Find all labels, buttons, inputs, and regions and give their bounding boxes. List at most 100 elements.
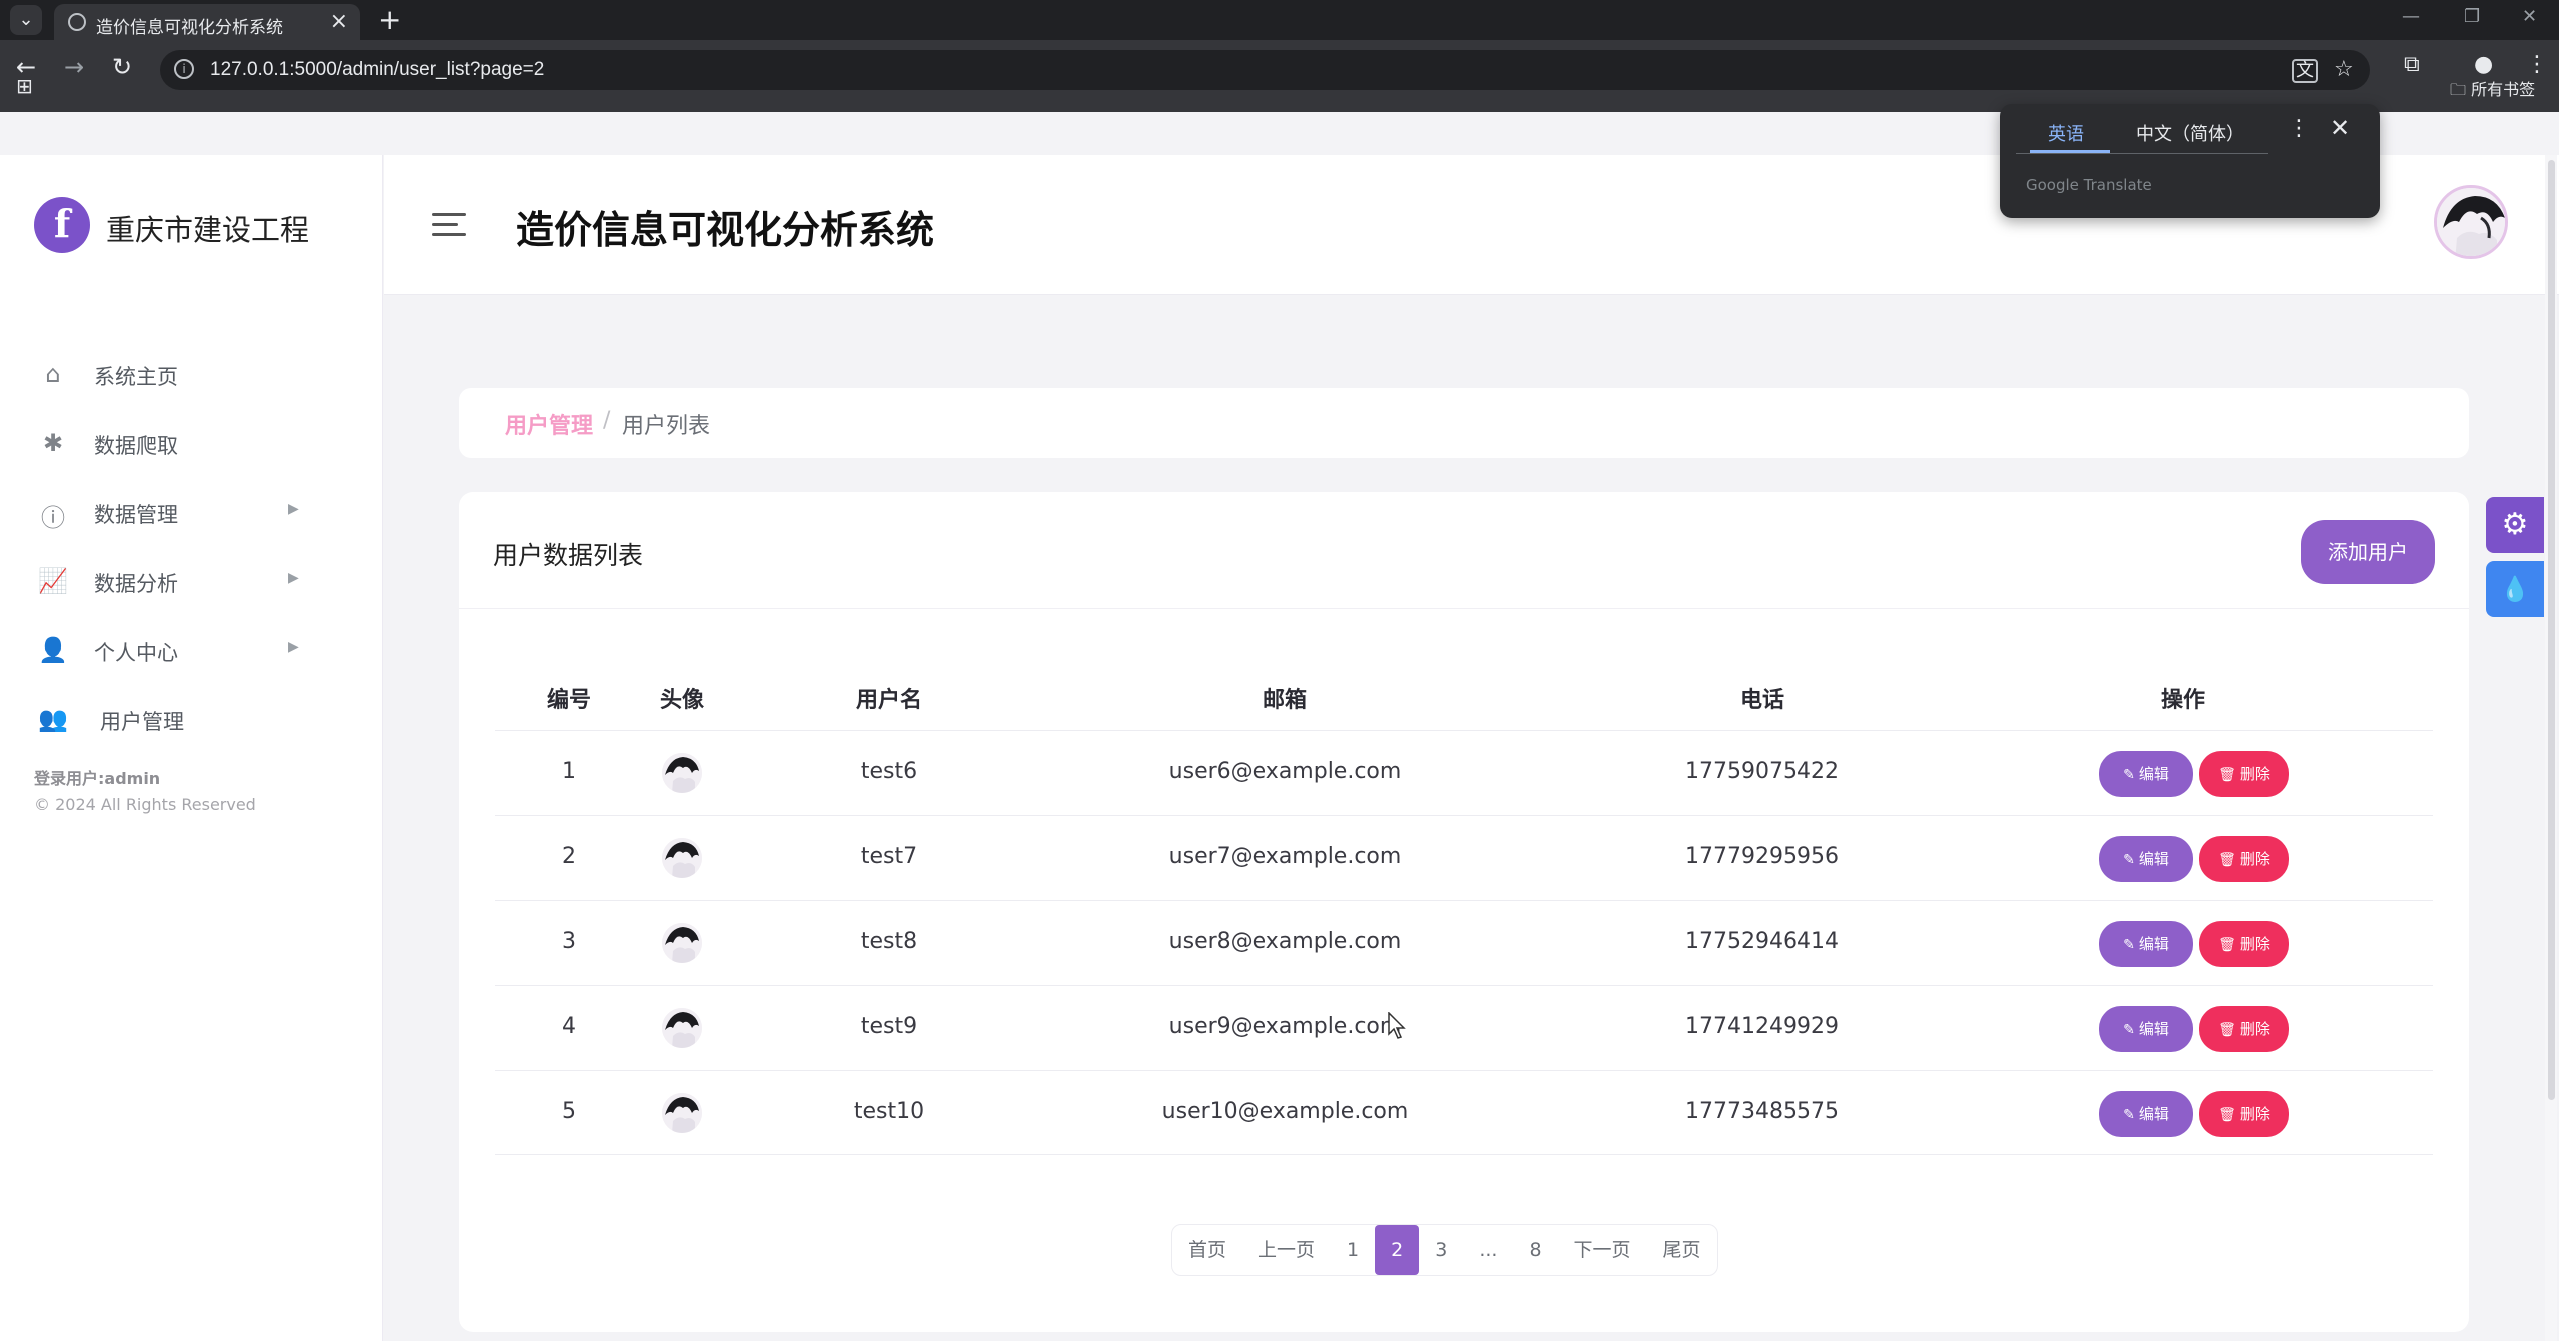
edit-button[interactable]: ✎ 编辑	[2099, 751, 2193, 797]
new-tab-icon[interactable]: +	[378, 3, 401, 36]
extensions-icon[interactable]: ⧉	[2404, 52, 2420, 77]
close-icon[interactable]: ×	[330, 9, 348, 34]
pagination: 首页 上一页 1 2 3 ... 8 下一页 尾页	[1171, 1224, 1718, 1276]
apps-icon[interactable]: ⊞	[16, 74, 33, 98]
edit-button[interactable]: ✎ 编辑	[2099, 921, 2193, 967]
row-id: 2	[562, 844, 576, 869]
edit-label: 编辑	[2138, 1105, 2169, 1123]
user-icon: 👤	[38, 636, 68, 664]
add-user-button[interactable]: 添加用户	[2301, 520, 2435, 584]
address-bar[interactable]: i 127.0.0.1:5000/admin/user_list?page=2 …	[160, 50, 2370, 90]
row-id: 3	[562, 929, 576, 954]
browser-tab[interactable]: 造价信息可视化分析系统 ×	[54, 4, 360, 40]
login-user: 登录用户:admin	[34, 769, 161, 788]
window-close-icon[interactable]: ✕	[2522, 6, 2537, 27]
page-next[interactable]: 下一页	[1558, 1225, 1647, 1275]
trash-icon: 🗑	[2218, 937, 2236, 953]
user-cog-icon: 👥	[38, 705, 68, 733]
row-id: 5	[562, 1099, 576, 1124]
translate-icon[interactable]: 文	[2292, 59, 2318, 83]
delete-label: 删除	[2239, 1020, 2270, 1038]
page-prev[interactable]: 上一页	[1242, 1225, 1331, 1275]
row-email: user6@example.com	[1168, 759, 1402, 784]
page-8[interactable]: 8	[1513, 1225, 1557, 1275]
user-avatar[interactable]	[2434, 185, 2508, 259]
edit-button[interactable]: ✎ 编辑	[2099, 836, 2193, 882]
row-phone: 17759075422	[1685, 759, 1839, 784]
bookmark-folder[interactable]: 🗀 所有书签	[2450, 76, 2535, 106]
site-info-icon[interactable]: i	[174, 59, 194, 79]
column-header-actions: 操作	[2160, 688, 2206, 713]
translate-tab-target[interactable]: 中文（简体）	[2136, 120, 2244, 146]
table-row: 5 test10 user10@example.com 17773485575 …	[495, 1070, 2433, 1155]
copyright: © 2024 All Rights Reserved	[34, 795, 256, 814]
row-phone: 17741249929	[1685, 1014, 1839, 1039]
page-3[interactable]: 3	[1419, 1225, 1463, 1275]
delete-button[interactable]: 🗑 删除	[2199, 1006, 2289, 1052]
trash-icon: 🗑	[2218, 767, 2236, 783]
table-row: 1 test6 user6@example.com 17759075422 ✎ 编…	[495, 730, 2433, 815]
star-icon[interactable]: ☆	[2334, 57, 2354, 82]
sidebar-item-home[interactable]: ⌂ 系统主页	[0, 347, 383, 403]
reload-icon[interactable]: ↻	[112, 53, 132, 81]
translate-divider	[2016, 153, 2268, 154]
more-icon[interactable]: ⋮	[2526, 52, 2548, 77]
row-phone: 17773485575	[1685, 1099, 1839, 1124]
sidebar-item-crawl[interactable]: ✱ 数据爬取	[0, 416, 383, 472]
page-1[interactable]: 1	[1331, 1225, 1375, 1275]
restore-icon[interactable]: ❐	[2464, 6, 2480, 27]
sidebar-item-data-analysis[interactable]: 📈 数据分析 ▶	[0, 554, 383, 610]
theme-float-button[interactable]: 💧	[2486, 561, 2544, 617]
chevron-right-icon: ▶	[288, 570, 299, 586]
translate-brand: Google Translate	[2026, 176, 2152, 194]
trash-icon: 🗑	[2218, 852, 2236, 868]
row-phone: 17779295956	[1685, 844, 1839, 869]
row-phone: 17752946414	[1685, 929, 1839, 954]
settings-float-button[interactable]: ⚙	[2486, 497, 2544, 553]
chart-icon: 📈	[38, 567, 68, 595]
page-2-active[interactable]: 2	[1375, 1225, 1420, 1275]
breadcrumb-current: 用户列表	[622, 414, 711, 439]
more-icon[interactable]: ⋮	[2288, 116, 2310, 141]
row-username: test9	[860, 1014, 918, 1039]
scrollbar-thumb[interactable]	[2548, 160, 2555, 1100]
delete-button[interactable]: 🗑 删除	[2199, 836, 2289, 882]
user-list-card: 用户数据列表 添加用户 编号 头像 用户名 邮箱 电话 操作 1 test6 u…	[459, 492, 2469, 1332]
browser-tab-bar: ⌄ 造价信息可视化分析系统 × + — ❐ ✕	[0, 0, 2559, 40]
column-header-phone: 电话	[1739, 688, 1785, 713]
page-first[interactable]: 首页	[1172, 1225, 1242, 1275]
tab-title: 造价信息可视化分析系统	[96, 18, 283, 38]
sidebar-item-data-manage[interactable]: ⓘ 数据管理 ▶	[0, 485, 383, 541]
edit-button[interactable]: ✎ 编辑	[2099, 1006, 2193, 1052]
sidebar-item-profile[interactable]: 👤 个人中心 ▶	[0, 623, 383, 679]
row-email: user10@example.com	[1161, 1099, 1409, 1124]
delete-button[interactable]: 🗑 删除	[2199, 921, 2289, 967]
sidebar: f 重庆市建设工程 ⌂ 系统主页 ✱ 数据爬取 ⓘ 数据管理 ▶ 📈 数据分析 …	[0, 155, 383, 1341]
sidebar-item-label: 系统主页	[94, 365, 178, 389]
spider-icon: ✱	[42, 429, 64, 457]
minimize-icon[interactable]: —	[2402, 6, 2420, 27]
home-icon: ⌂	[45, 360, 61, 388]
translate-tab-source[interactable]: 英语	[2048, 120, 2084, 146]
column-header-email: 邮箱	[1262, 688, 1308, 713]
table-row: 3 test8 user8@example.com 17752946414 ✎ 编…	[495, 900, 2433, 985]
row-username: test8	[860, 929, 918, 954]
breadcrumb-parent[interactable]: 用户管理	[505, 408, 593, 440]
profile-icon[interactable]: ●	[2474, 52, 2493, 77]
close-icon[interactable]: ✕	[2330, 114, 2350, 142]
forward-icon[interactable]: →	[64, 53, 84, 81]
avatar	[662, 838, 702, 878]
delete-button[interactable]: 🗑 删除	[2199, 751, 2289, 797]
menu-toggle-icon[interactable]	[432, 213, 466, 237]
edit-button[interactable]: ✎ 编辑	[2099, 1091, 2193, 1137]
edit-icon: ✎	[2123, 767, 2135, 783]
row-email: user7@example.com	[1168, 844, 1402, 869]
delete-label: 删除	[2239, 850, 2270, 868]
delete-button[interactable]: 🗑 删除	[2199, 1091, 2289, 1137]
avatar	[662, 923, 702, 963]
sidebar-item-user-manage[interactable]: 👥 用户管理	[0, 692, 383, 748]
page-last[interactable]: 尾页	[1647, 1225, 1717, 1275]
tab-list-icon[interactable]: ⌄	[10, 5, 42, 35]
row-id: 4	[562, 1014, 576, 1039]
edit-icon: ✎	[2123, 1022, 2135, 1038]
